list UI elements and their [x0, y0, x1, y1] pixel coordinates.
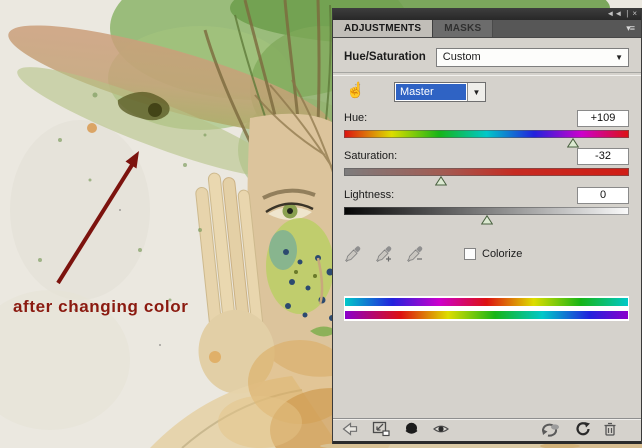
saturation-label: Saturation:: [344, 150, 397, 162]
saturation-thumb-lane: [344, 176, 629, 186]
colorize-label: Colorize: [482, 248, 522, 260]
colorize-group: Colorize: [464, 248, 522, 260]
tab-masks[interactable]: MASKS: [433, 20, 493, 37]
saturation-slider-thumb[interactable]: [435, 176, 447, 186]
panel-footer-toolbar: [333, 418, 641, 444]
output-spectrum-bar: [345, 311, 628, 319]
lightness-slider-track[interactable]: [344, 207, 629, 215]
saturation-row: Saturation: -32: [344, 147, 629, 165]
adjustments-panel: ◄◄ | × ADJUSTMENTS MASKS ▾≡ Hue/Saturati…: [332, 8, 642, 444]
colorize-checkbox[interactable]: [464, 248, 476, 260]
lightness-value-field[interactable]: 0: [577, 187, 629, 204]
hue-slider-track[interactable]: [344, 130, 629, 138]
hand-pointer-icon: ☝: [346, 83, 365, 98]
preset-dropdown[interactable]: Custom ▼: [436, 48, 629, 67]
lightness-slider-thumb[interactable]: [481, 215, 493, 225]
input-spectrum-bar: [345, 298, 628, 306]
subtract-eyedropper-icon[interactable]: [406, 245, 424, 263]
chevron-down-icon: ▼: [615, 53, 623, 62]
panel-titlebar: ◄◄ | ×: [333, 8, 641, 20]
panel-menu-icon[interactable]: ▾≡: [626, 23, 641, 34]
channel-row: ↔ ☝ Master ▼: [344, 80, 629, 104]
channel-selected-value: Master: [396, 84, 466, 100]
clip-to-layer-icon[interactable]: [371, 420, 391, 437]
add-eyedropper-icon[interactable]: [375, 245, 393, 263]
screenshot-root: after changing color ◄◄ | × ADJUSTMENTS …: [0, 0, 642, 448]
hue-label: Hue:: [344, 112, 367, 124]
layer-visibility-icon[interactable]: [403, 421, 420, 437]
preset-row: Hue/Saturation Custom ▼: [344, 47, 629, 67]
saturation-slider-track[interactable]: [344, 168, 629, 176]
hue-value-field[interactable]: +109: [577, 110, 629, 127]
saturation-value-field[interactable]: -32: [577, 148, 629, 165]
channel-dropdown-button[interactable]: ▼: [467, 83, 485, 101]
chevron-down-icon: ▼: [473, 88, 481, 97]
channel-dropdown[interactable]: Master ▼: [394, 82, 486, 102]
previous-state-eye-icon[interactable]: [432, 422, 450, 436]
panel-tabbar: ADJUSTMENTS MASKS ▾≡: [333, 20, 641, 38]
delete-icon[interactable]: [603, 421, 617, 437]
lightness-label: Lightness:: [344, 189, 394, 201]
spectrum-preview: [344, 296, 629, 321]
annotation-text: after changing color: [13, 297, 213, 317]
lightness-row: Lightness: 0: [344, 186, 629, 204]
lightness-thumb-lane: [344, 215, 629, 225]
divider: [333, 72, 641, 76]
collapse-panel-icon[interactable]: ◄◄: [606, 10, 622, 18]
close-panel-icon[interactable]: ×: [632, 10, 637, 18]
hue-row: Hue: +109: [344, 109, 629, 127]
eyedropper-row: Colorize: [344, 243, 629, 265]
tab-adjustments[interactable]: ADJUSTMENTS: [333, 20, 433, 37]
titlebar-separator: |: [626, 10, 628, 18]
preset-value: Custom: [443, 51, 481, 63]
eyedropper-icon[interactable]: [344, 245, 362, 263]
return-arrow-icon[interactable]: [341, 421, 359, 437]
view-previous-state-icon[interactable]: [540, 421, 562, 437]
adjustment-title: Hue/Saturation: [344, 51, 426, 63]
targeted-adjustment-tool-icon[interactable]: ↔ ☝: [344, 81, 368, 103]
reset-icon[interactable]: [574, 421, 591, 437]
